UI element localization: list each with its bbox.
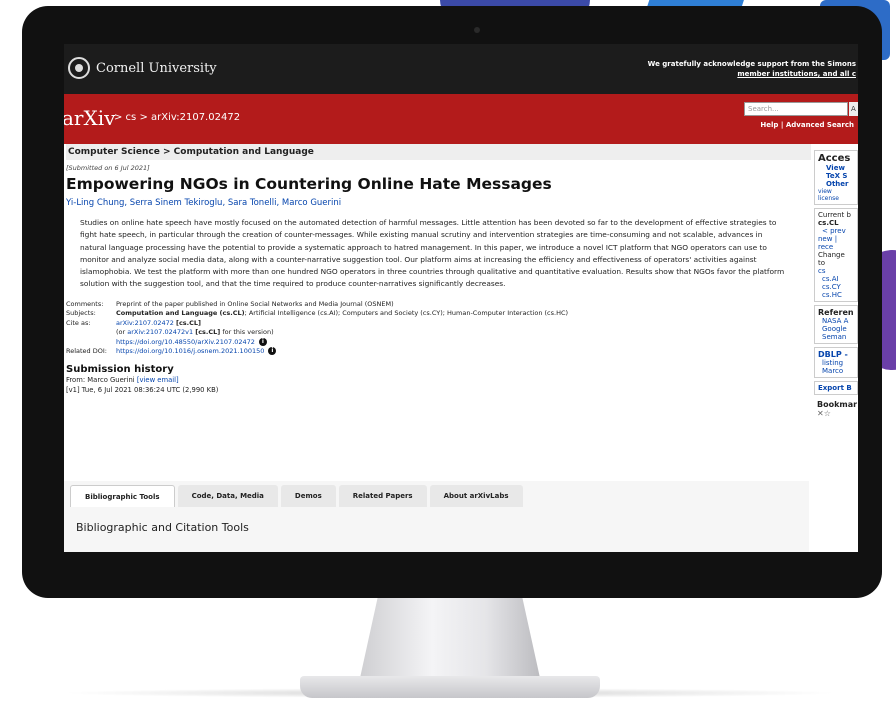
semantic-scholar-link[interactable]: Seman — [818, 333, 854, 341]
current-browse-label: Current b — [818, 211, 851, 219]
webcam-icon — [474, 27, 480, 33]
cite-row: Cite as: arXiv:2107.02472 [cs.CL] — [66, 319, 809, 329]
change-cat-cs-hc[interactable]: cs.HC — [818, 291, 854, 299]
tab-demos[interactable]: Demos — [280, 485, 336, 507]
browse-block: Current b cs.CL < prev new | rece Change… — [814, 208, 858, 302]
tab-about-arxivlabs[interactable]: About arXivLabs — [429, 485, 523, 507]
change-cat-cs-cy[interactable]: cs.CY — [818, 283, 854, 291]
tab-row: Bibliographic Tools Code, Data, Media De… — [64, 481, 526, 507]
dblp-heading[interactable]: DBLP - — [818, 350, 854, 359]
subjects-label: Subjects: — [66, 309, 96, 318]
nasa-ads-link[interactable]: NASA A — [818, 317, 854, 325]
export-bibtex-link[interactable]: Export B — [818, 384, 854, 392]
submission-version: [v1] Tue, 6 Jul 2021 08:36:24 UTC (2,990… — [66, 385, 219, 394]
submitted-date: [Submitted on 6 Jul 2021] — [66, 164, 150, 172]
current-browse-category: cs.CL — [818, 219, 839, 227]
cite-version-suffix: for this version) — [220, 328, 274, 337]
bookmark-block: Bookmar ✕☆ — [814, 398, 858, 420]
subjects-row: Subjects: Computation and Language (cs.C… — [66, 309, 809, 319]
export-block: Export B — [814, 381, 858, 395]
comments-row: Comments: Preprint of the paper publishe… — [66, 300, 809, 310]
bookmark-icons[interactable]: ✕☆ — [817, 409, 855, 418]
cite-version-link[interactable]: arXiv:2107.02472v1 — [127, 328, 193, 336]
prev-link[interactable]: < prev — [818, 227, 854, 235]
info-icon[interactable]: i — [258, 337, 267, 346]
tools-tabs: Bibliographic Tools Code, Data, Media De… — [64, 481, 809, 552]
cornell-university-link[interactable]: Cornell University — [96, 61, 217, 76]
other-subjects: ; Artificial Intelligence (cs.AI); Compu… — [244, 309, 569, 318]
primary-subject: Computation and Language (cs.CL) — [116, 309, 245, 318]
google-scholar-link[interactable]: Google — [818, 325, 854, 333]
support-acknowledgement: We gratefully acknowledge support from t… — [648, 59, 856, 79]
monitor-stand-base — [300, 676, 600, 698]
tab-panel-title: Bibliographic and Citation Tools — [76, 521, 249, 534]
cornell-header: Cornell University We gratefully acknowl… — [64, 44, 858, 94]
comments-value: Preprint of the paper published in Onlin… — [116, 299, 394, 308]
submission-from: From: Marco Guerini [view email] — [66, 375, 809, 385]
view-pdf-link[interactable]: View — [818, 164, 854, 172]
cite-doi-row: https://doi.org/10.48550/arXiv.2107.0247… — [66, 337, 809, 348]
arxiv-logo[interactable]: arXiv — [64, 106, 115, 130]
comments-label: Comments: — [66, 299, 104, 308]
tab-bibliographic-tools[interactable]: Bibliographic Tools — [70, 485, 175, 507]
submission-history-heading: Submission history — [66, 363, 174, 375]
related-doi-label: Related DOI: — [66, 347, 107, 356]
cite-label: Cite as: — [66, 318, 91, 327]
member-institutions-link[interactable]: member institutions, and all c — [648, 69, 856, 79]
right-sidebar: Acces View TeX S Other view license Curr… — [814, 144, 858, 552]
change-to-label: Change to — [818, 251, 845, 267]
subject-breadcrumb: Computer Science > Computation and Langu… — [66, 144, 811, 160]
tex-source-link[interactable]: TeX S — [818, 172, 854, 180]
view-license-link[interactable]: view license — [818, 188, 854, 202]
tab-code-data-media[interactable]: Code, Data, Media — [177, 485, 278, 507]
search-button[interactable]: A — [849, 102, 858, 116]
arxiv-header: arXiv > cs > arXiv:2107.02472 Search... … — [64, 94, 858, 144]
breadcrumb[interactable]: > cs > arXiv:2107.02472 — [114, 112, 240, 123]
dblp-block: DBLP - listing Marco — [814, 347, 858, 378]
change-cat-cs-ai[interactable]: cs.AI — [818, 275, 854, 283]
references-heading: Referen — [818, 308, 854, 317]
tab-related-papers[interactable]: Related Papers — [338, 485, 427, 507]
access-heading: Acces — [818, 153, 851, 164]
info-icon[interactable]: i — [268, 347, 277, 356]
cornell-seal-icon[interactable] — [68, 57, 90, 79]
cite-doi-link[interactable]: https://doi.org/10.48550/arXiv.2107.0247… — [116, 338, 255, 346]
cite-version-prefix: (or — [116, 328, 128, 337]
from-text: From: Marco Guerini — [66, 375, 137, 384]
authors-list[interactable]: Yi-Ling Chung, Serra Sinem Tekiroglu, Sa… — [66, 198, 809, 208]
new-recent-links[interactable]: new | rece — [818, 235, 854, 251]
abstract-text: Studies on online hate speech have mostl… — [80, 218, 785, 289]
cite-version-category: [cs.CL] — [195, 328, 221, 337]
dblp-listing-link[interactable]: listing — [818, 359, 854, 367]
cite-id-link[interactable]: arXiv:2107.02472 — [116, 319, 174, 327]
metadata-table: Comments: Preprint of the paper publishe… — [66, 300, 809, 357]
cite-version-row: (or arXiv:2107.02472v1 [cs.CL] for this … — [66, 328, 809, 338]
change-cat-cs[interactable]: cs — [818, 267, 854, 275]
access-block: Acces View TeX S Other view license — [814, 150, 858, 205]
related-doi-link[interactable]: https://doi.org/10.1016/j.osnem.2021.100… — [116, 347, 264, 355]
support-line: We gratefully acknowledge support from t… — [647, 60, 856, 68]
search-input[interactable]: Search... — [744, 102, 848, 116]
references-block: Referen NASA A Google Seman — [814, 305, 858, 344]
paper-title: Empowering NGOs in Countering Online Hat… — [66, 175, 552, 193]
help-advanced-search-links[interactable]: Help | Advanced Search — [760, 121, 854, 129]
other-formats-link[interactable]: Other — [818, 180, 854, 188]
bookmark-heading: Bookmar — [817, 400, 858, 409]
cite-category: [cs.CL] — [175, 318, 202, 327]
dblp-author-link[interactable]: Marco — [818, 367, 854, 375]
monitor-stand-neck — [360, 596, 540, 678]
related-doi-row: Related DOI: https://doi.org/10.1016/j.o… — [66, 347, 809, 357]
view-email-link[interactable]: [view email] — [137, 376, 179, 384]
monitor-screen: Cornell University We gratefully acknowl… — [64, 44, 858, 552]
